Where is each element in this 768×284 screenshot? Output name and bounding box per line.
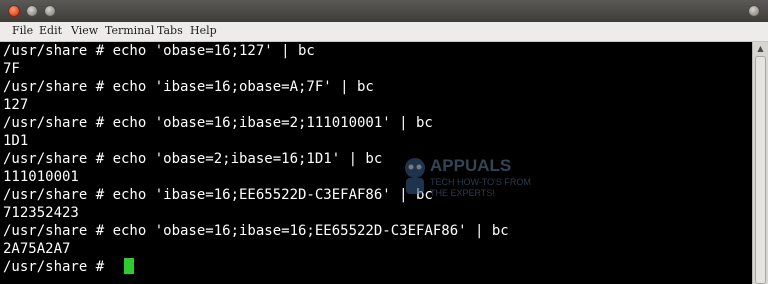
menu-file[interactable]: File bbox=[12, 24, 33, 37]
terminal-output[interactable]: /usr/share # echo 'obase=16;127' | bc 7F… bbox=[0, 42, 752, 284]
watermark-mascot-icon bbox=[405, 158, 425, 194]
watermark-brand: APPUALS bbox=[430, 156, 512, 175]
menu-tabs[interactable]: Tabs bbox=[157, 24, 183, 37]
terminal-line: /usr/share # echo 'ibase=16;EE65522D-C3E… bbox=[3, 187, 433, 203]
terminal-line: /usr/share # echo 'ibase=16;obase=A;7F' … bbox=[3, 79, 374, 95]
menu-help[interactable]: Help bbox=[190, 24, 217, 37]
watermark-tagline-1: TECH HOW-TO'S FROM bbox=[430, 177, 531, 187]
terminal-line: /usr/share # echo 'obase=16;127' | bc bbox=[3, 43, 315, 59]
terminal-line: 2A75A2A7 bbox=[3, 241, 71, 257]
menu-bar: File Edit View Terminal Tabs Help bbox=[0, 22, 768, 42]
vertical-scrollbar[interactable]: ▲ bbox=[752, 42, 768, 284]
watermark: APPUALS TECH HOW-TO'S FROM THE EXPERTS! bbox=[400, 154, 531, 214]
menu-edit[interactable]: Edit bbox=[39, 24, 62, 37]
scroll-up-arrow-icon[interactable]: ▲ bbox=[753, 42, 768, 56]
window-menu-button[interactable] bbox=[748, 5, 760, 17]
terminal-line: 127 bbox=[3, 97, 29, 113]
menu-view[interactable]: View bbox=[71, 24, 98, 37]
terminal-line: 111010001 bbox=[3, 169, 79, 185]
close-button[interactable] bbox=[8, 5, 20, 17]
minimize-button[interactable] bbox=[26, 5, 38, 17]
terminal-line: /usr/share # echo 'obase=16;ibase=16;EE6… bbox=[3, 223, 509, 239]
terminal-cursor bbox=[124, 258, 134, 274]
terminal-line: 7F bbox=[3, 61, 20, 77]
terminal-line: /usr/share # echo 'obase=2;ibase=16;1D1'… bbox=[3, 151, 383, 167]
terminal-line: /usr/share # echo 'obase=16;ibase=2;1110… bbox=[3, 115, 433, 131]
scroll-thumb[interactable] bbox=[755, 56, 766, 284]
title-bar[interactable] bbox=[0, 0, 768, 22]
menu-terminal[interactable]: Terminal bbox=[105, 24, 154, 37]
terminal-line: 1D1 bbox=[3, 133, 29, 149]
watermark-tagline-2: THE EXPERTS! bbox=[430, 188, 495, 198]
terminal-window: File Edit View Terminal Tabs Help /usr/s… bbox=[0, 0, 768, 284]
terminal-line: 712352423 bbox=[3, 205, 79, 221]
terminal-prompt: /usr/share # bbox=[3, 259, 113, 275]
maximize-button[interactable] bbox=[44, 5, 56, 17]
